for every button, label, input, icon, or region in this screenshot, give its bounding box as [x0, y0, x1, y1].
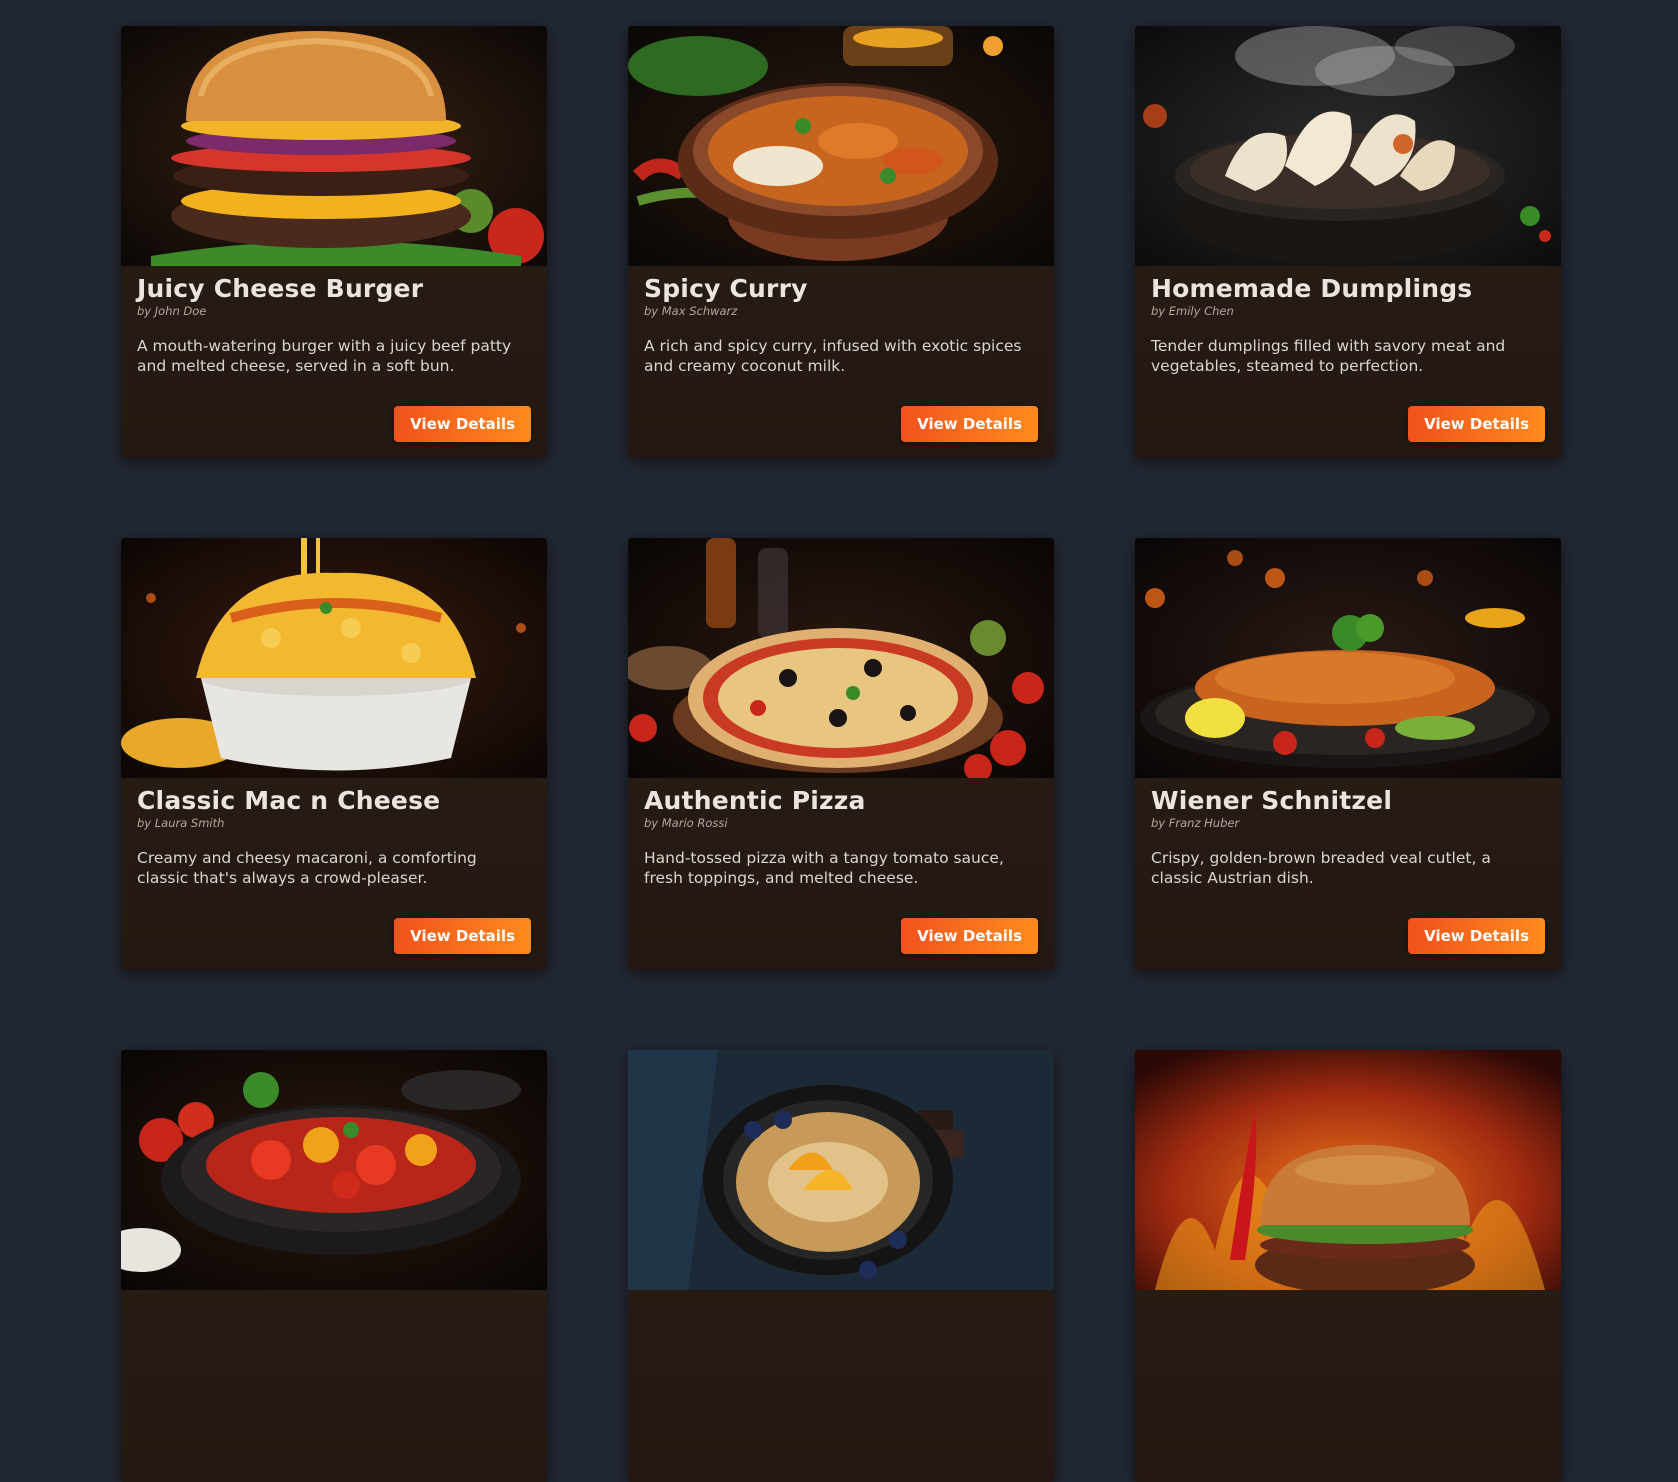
view-details-button[interactable]: View Details	[394, 406, 531, 442]
view-details-button[interactable]: View Details	[1408, 406, 1545, 442]
view-details-button[interactable]: View Details	[1408, 918, 1545, 954]
recipe-title: Classic Mac n Cheese	[137, 786, 441, 815]
recipe-image-pancake	[628, 1050, 1054, 1290]
view-details-button[interactable]: View Details	[901, 918, 1038, 954]
recipe-card: Spicy Curry by Max Schwarz A rich and sp…	[628, 26, 1054, 458]
recipe-image-tomato-salad	[121, 1050, 547, 1290]
recipe-card: Wiener Schnitzel by Franz Huber Crispy, …	[1135, 538, 1561, 970]
recipe-image-curry	[628, 26, 1054, 266]
recipe-description: Tender dumplings filled with savory meat…	[1151, 337, 1506, 375]
recipe-description: A rich and spicy curry, infused with exo…	[644, 337, 1022, 375]
recipe-card	[121, 1050, 547, 1482]
recipe-title: Authentic Pizza	[644, 786, 866, 815]
recipe-image-flaming-burger	[1135, 1050, 1561, 1290]
recipe-image-pizza	[628, 538, 1054, 778]
recipe-description: Crispy, golden-brown breaded veal cutlet…	[1151, 849, 1491, 887]
recipe-card: Classic Mac n Cheese by Laura Smith Crea…	[121, 538, 547, 970]
recipe-title: Juicy Cheese Burger	[137, 274, 424, 303]
recipe-author: by Emily Chen	[1151, 304, 1234, 318]
recipe-image-burger	[121, 26, 547, 266]
recipe-author: by Laura Smith	[137, 816, 225, 830]
view-details-button[interactable]: View Details	[394, 918, 531, 954]
recipe-author: by John Doe	[137, 304, 207, 318]
recipe-image-dumplings	[1135, 26, 1561, 266]
recipe-image-mac-and-cheese	[121, 538, 547, 778]
recipe-card: Homemade Dumplings by Emily Chen Tender …	[1135, 26, 1561, 458]
recipe-description: A mouth-watering burger with a juicy bee…	[137, 337, 512, 375]
recipe-card	[1135, 1050, 1561, 1482]
recipe-card: Juicy Cheese Burger by John Doe A mouth-…	[121, 26, 547, 458]
recipe-author: by Max Schwarz	[644, 304, 738, 318]
recipe-author: by Franz Huber	[1151, 816, 1240, 830]
recipe-author: by Mario Rossi	[644, 816, 728, 830]
recipe-title: Homemade Dumplings	[1151, 274, 1473, 303]
view-details-button[interactable]: View Details	[901, 406, 1038, 442]
recipe-card: Authentic Pizza by Mario Rossi Hand-toss…	[628, 538, 1054, 970]
recipe-description: Creamy and cheesy macaroni, a comforting…	[137, 849, 477, 887]
recipe-card	[628, 1050, 1054, 1482]
recipe-title: Spicy Curry	[644, 274, 808, 303]
recipe-grid: Juicy Cheese Burger by John Doe A mouth-…	[121, 26, 1561, 1482]
recipe-image-schnitzel	[1135, 538, 1561, 778]
recipe-title: Wiener Schnitzel	[1151, 786, 1393, 815]
recipe-description: Hand-tossed pizza with a tangy tomato sa…	[644, 849, 1004, 887]
